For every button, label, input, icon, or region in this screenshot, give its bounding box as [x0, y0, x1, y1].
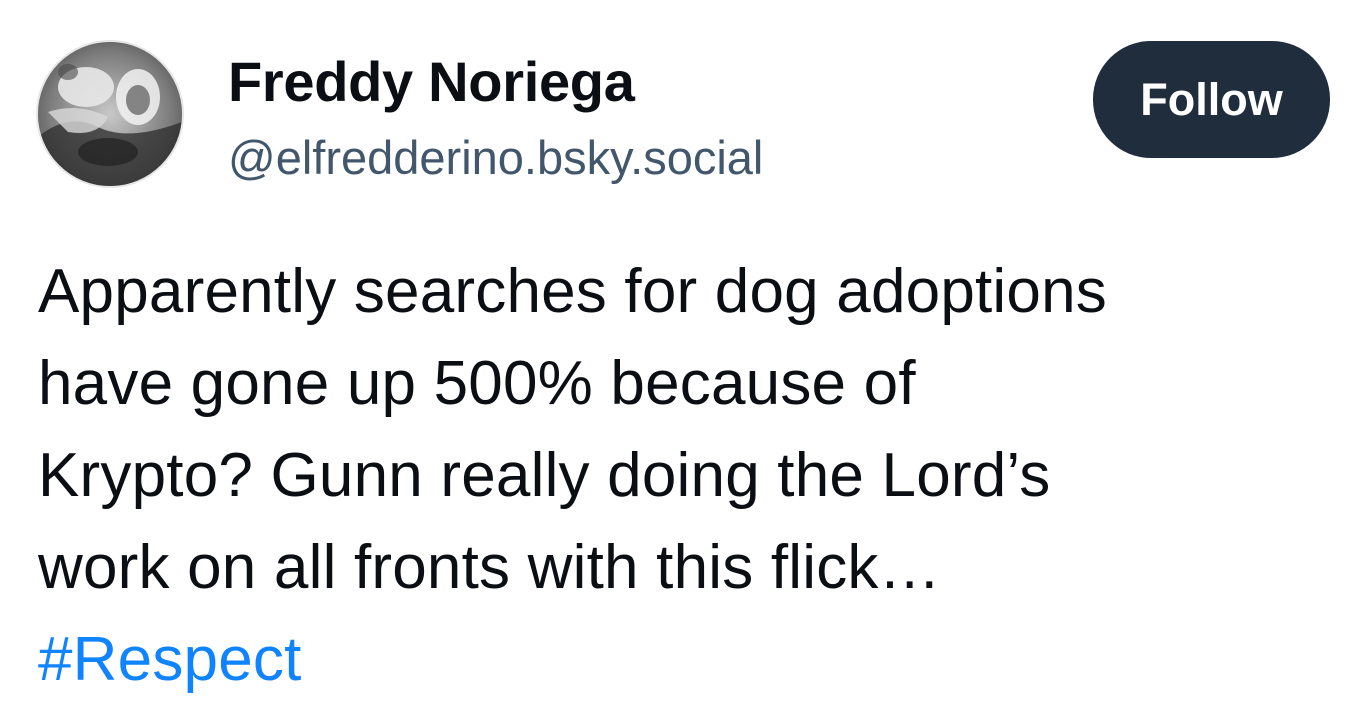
author-info: Freddy Noriega @elfredderino.bsky.social [228, 48, 763, 188]
post-text-line: work on all fronts with this flick… [38, 533, 941, 602]
follow-button[interactable]: Follow [1093, 41, 1330, 158]
author-avatar[interactable] [36, 40, 184, 188]
author-handle[interactable]: @elfredderino.bsky.social [228, 128, 763, 188]
post-text-line: Krypto? Gunn really doing the Lord’s [38, 441, 1051, 510]
post-text-line: have gone up 500% because of [38, 349, 916, 418]
post-text: Apparently searches for dog adoptions ha… [38, 246, 1318, 706]
author-display-name[interactable]: Freddy Noriega [228, 48, 763, 116]
avatar-photo-icon [38, 42, 182, 186]
post-card: Freddy Noriega @elfredderino.bsky.social… [0, 0, 1350, 712]
post-text-line: Apparently searches for dog adoptions [38, 257, 1107, 326]
hashtag-link[interactable]: #Respect [38, 614, 1318, 706]
